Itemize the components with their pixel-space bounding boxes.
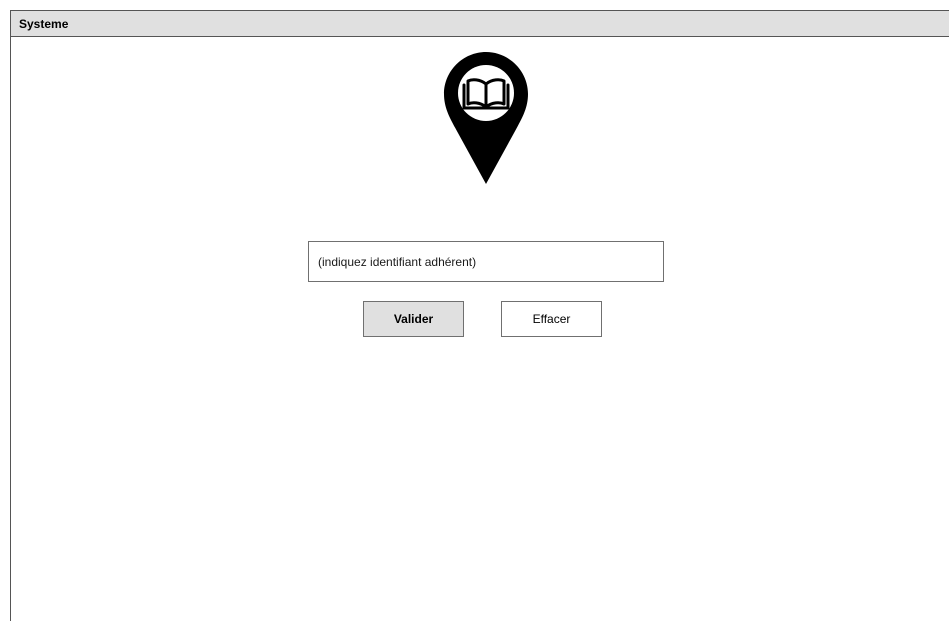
validate-button[interactable]: Valider [363, 301, 464, 337]
window-title: Systeme [19, 17, 69, 31]
app-window: Systeme Valider Effacer [10, 10, 949, 621]
book-location-pin-icon [444, 52, 528, 184]
member-id-input[interactable] [308, 241, 664, 282]
clear-button[interactable]: Effacer [501, 301, 602, 337]
title-bar: Systeme [11, 11, 949, 37]
